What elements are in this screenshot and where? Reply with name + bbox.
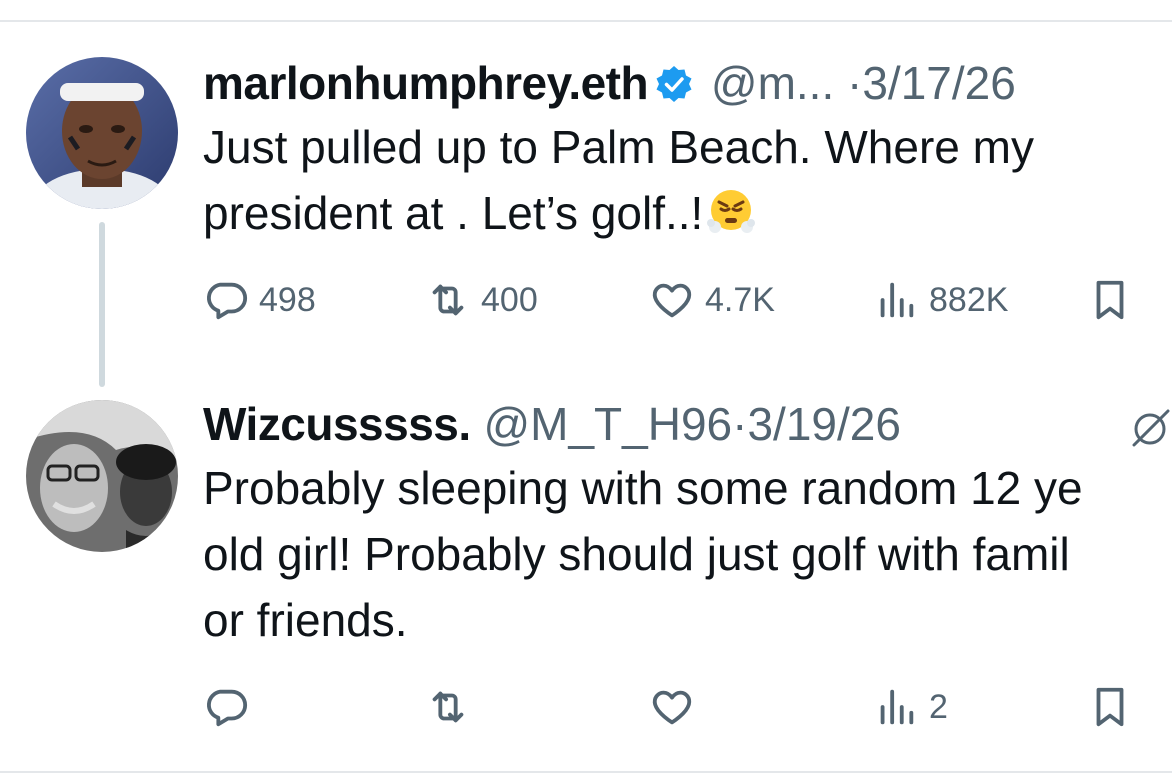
repost-button[interactable]: [425, 677, 481, 737]
tweet-actions: 498 400 4.7K 882K: [203, 270, 1139, 330]
separator-dot: ·: [732, 398, 748, 450]
avatar[interactable]: [26, 400, 178, 552]
avatar[interactable]: [26, 57, 178, 209]
bookmark-icon: [1096, 280, 1124, 320]
avatar-photo: [26, 57, 178, 209]
tweet-original[interactable]: marlonhumphrey.eth @m... ·3/17/26 Just p…: [203, 52, 1172, 246]
user-handle[interactable]: @M_T_H96: [483, 398, 732, 450]
tweet-text-line: old girl! Probably should just golf with…: [203, 528, 1070, 580]
tweet-text-line: Probably sleeping with some random 12 ye: [203, 462, 1083, 514]
views-count: 2: [929, 687, 948, 726]
reply-icon: [207, 282, 248, 320]
tweet-header: Wizcusssss. @M_T_H96·3/19/26: [203, 393, 1172, 455]
tweet-date[interactable]: 3/17/26: [862, 57, 1015, 109]
tweet-text: Just pulled up to Palm Beach. Where my p…: [203, 114, 1172, 246]
tweet-text: Probably sleeping with some random 12 ye…: [203, 455, 1172, 653]
bookmark-icon: [1096, 687, 1124, 727]
bookmark-button[interactable]: [1087, 677, 1143, 737]
tweet-actions: 2: [203, 677, 1139, 737]
repost-icon: [432, 691, 464, 723]
views-chart-icon: [880, 282, 914, 318]
tweet-header: marlonhumphrey.eth @m... ·3/17/26: [203, 52, 1172, 114]
verified-badge-icon: [654, 57, 694, 102]
hidden-reply-icon[interactable]: [1128, 405, 1172, 449]
heart-icon: [652, 690, 692, 725]
avatar-photo: [26, 400, 178, 552]
thread-connector-line: [99, 222, 105, 387]
tweet-date[interactable]: 3/19/26: [747, 398, 900, 450]
like-count: 4.7K: [705, 280, 775, 319]
top-divider: [0, 20, 1172, 22]
face-with-steam-from-nose-icon: [707, 186, 756, 234]
views-button[interactable]: 2: [873, 677, 948, 737]
separator-dot: ·: [847, 57, 863, 109]
repost-button[interactable]: 400: [425, 270, 538, 330]
views-button[interactable]: 882K: [873, 270, 1008, 330]
like-button[interactable]: [649, 677, 705, 737]
display-name[interactable]: Wizcusssss.: [203, 398, 471, 450]
bottom-divider: [0, 771, 1172, 773]
repost-icon: [432, 284, 464, 316]
repost-count: 400: [481, 280, 538, 319]
views-chart-icon: [880, 689, 914, 725]
reply-icon: [207, 689, 248, 727]
reply-button[interactable]: [203, 677, 259, 737]
views-count: 882K: [929, 280, 1009, 319]
tweet-text-line: or friends.: [203, 594, 408, 646]
tweet-text-content: Just pulled up to Palm Beach. Where my p…: [203, 121, 1034, 239]
user-handle[interactable]: @m...: [711, 57, 834, 109]
reply-count: 498: [259, 280, 316, 319]
like-button[interactable]: 4.7K: [649, 270, 775, 330]
display-name[interactable]: marlonhumphrey.eth: [203, 57, 649, 109]
reply-button[interactable]: 498: [203, 270, 316, 330]
bookmark-button[interactable]: [1087, 270, 1143, 330]
heart-icon: [652, 283, 692, 318]
tweet-reply[interactable]: Wizcusssss. @M_T_H96·3/19/26 Probably sl…: [203, 393, 1172, 653]
